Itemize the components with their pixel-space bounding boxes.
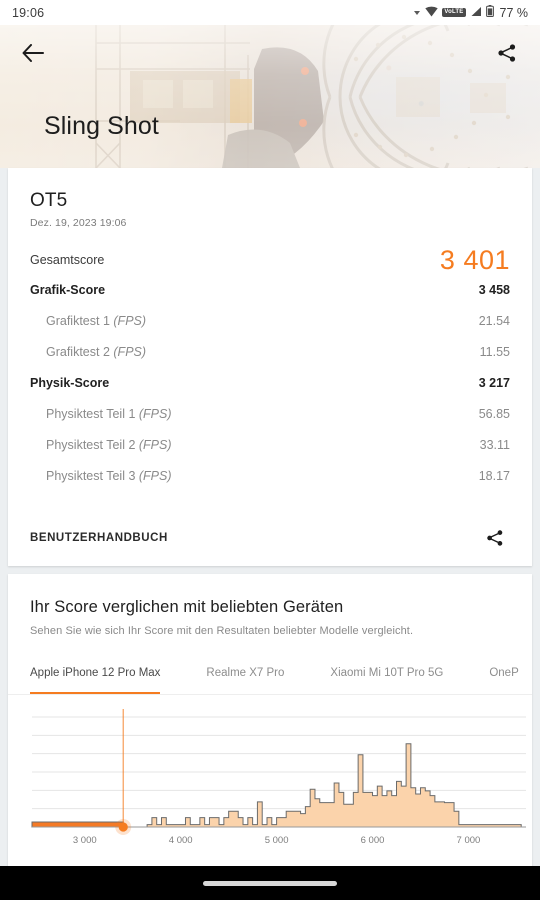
total-score-label: Gesamtscore	[30, 253, 105, 267]
hero-toolbar	[0, 25, 540, 81]
result-timestamp: Dez. 19, 2023 19:06	[30, 217, 127, 229]
score-row-value: 3 458	[478, 283, 510, 297]
score-row-label: Physiktest Teil 2 (FPS)	[46, 438, 172, 452]
wifi-icon	[425, 4, 439, 22]
page-title: Sling Shot	[44, 112, 159, 140]
score-row-value: 21.54	[478, 314, 510, 328]
volte-icon: VoLTE	[442, 8, 466, 17]
device-name: OT5	[30, 190, 68, 211]
home-gesture-pill[interactable]	[203, 880, 337, 886]
user-manual-button[interactable]: BENUTZERHANDBUCH	[30, 532, 168, 544]
signal-icon	[470, 4, 482, 22]
chart-x-tick-label: 3 000	[73, 835, 97, 846]
result-card-header: OT5 Dez. 19, 2023 19:06	[8, 168, 532, 229]
chart-x-tick-label: 7 000	[457, 835, 481, 846]
comparison-subtitle: Sehen Sie wie sich Ihr Score mit den Res…	[30, 625, 414, 637]
chart-canvas: 3 000 4 000 5 000 6 000 7 000	[31, 709, 526, 846]
score-row-list: Grafik-Score 3 458 Grafiktest 1 (FPS) 21.54…	[8, 283, 532, 500]
score-row-unit: (FPS)	[138, 407, 172, 421]
battery-percent: 77 %	[499, 5, 529, 20]
score-row-value: 33.11	[479, 438, 510, 452]
score-row-label: Grafiktest 1 (FPS)	[46, 314, 147, 328]
result-card: OT5 Dez. 19, 2023 19:06 Gesamtscore 3 40…	[8, 168, 532, 566]
status-bar: 19:06 VoLTE 77 %	[0, 0, 540, 25]
score-row-value: 3 217	[478, 376, 510, 390]
tab-label: Apple iPhone 12 Pro Max	[30, 666, 161, 679]
chart-x-tick-label: 5 000	[265, 835, 289, 846]
hero-header: Sling Shot	[0, 25, 540, 168]
score-row-unit: (FPS)	[138, 438, 172, 452]
chart-histogram	[32, 743, 522, 828]
tab-label: Realme X7 Pro	[206, 666, 285, 679]
score-row-label: Grafiktest 2 (FPS)	[46, 345, 147, 359]
total-score-row: Gesamtscore 3 401	[8, 237, 532, 283]
comparison-title: Ihr Score verglichen mit beliebten Gerät…	[30, 598, 344, 616]
score-row: Physiktest Teil 3 (FPS) 18.17	[8, 469, 532, 500]
tab-device-3[interactable]: OneP	[489, 651, 518, 694]
tab-device-0[interactable]: Apple iPhone 12 Pro Max	[30, 651, 161, 694]
score-row: Physiktest Teil 2 (FPS) 33.11	[8, 438, 532, 469]
battery-icon	[485, 4, 494, 22]
back-arrow-icon[interactable]	[18, 38, 48, 68]
chart-percentile-fill	[31, 821, 124, 828]
share-icon[interactable]	[480, 523, 510, 553]
chart-score-marker-dot[interactable]	[118, 822, 128, 832]
score-row-unit: (FPS)	[138, 469, 172, 483]
chart-x-tick-label: 6 000	[361, 835, 385, 846]
score-row-value: 11.55	[479, 345, 510, 359]
score-row-unit: (FPS)	[113, 314, 147, 328]
caret-down-icon	[414, 10, 421, 15]
status-clock: 19:06	[12, 5, 45, 20]
device-tab-bar[interactable]: Apple iPhone 12 Pro Max Realme X7 Pro Xiao…	[8, 651, 532, 695]
score-row-label: Physiktest Teil 3 (FPS)	[46, 469, 172, 483]
chart-x-tick-label: 4 000	[169, 835, 193, 846]
app-root: 19:06 VoLTE 77 % Sling Shot OT5 Dez. 19,…	[0, 0, 540, 900]
result-card-actions: BENUTZERHANDBUCH	[8, 510, 532, 566]
score-row-unit: (FPS)	[113, 345, 147, 359]
score-row-label: Grafik-Score	[30, 283, 106, 297]
score-row-value: 18.17	[478, 469, 510, 483]
score-row: Physik-Score 3 217	[8, 376, 532, 407]
score-row: Grafiktest 2 (FPS) 11.55	[8, 345, 532, 376]
score-row-value: 56.85	[478, 407, 510, 421]
score-row-label: Physik-Score	[30, 376, 110, 390]
tab-label: Xiaomi Mi 10T Pro 5G	[330, 666, 444, 679]
tab-device-1[interactable]: Realme X7 Pro	[206, 651, 284, 694]
system-navigation-bar	[0, 866, 540, 900]
tab-label: OneP	[489, 666, 519, 679]
total-score-value: 3 401	[439, 244, 510, 275]
score-row: Physiktest Teil 1 (FPS) 56.85	[8, 407, 532, 438]
score-row-label: Physiktest Teil 1 (FPS)	[46, 407, 172, 421]
score-row: Grafik-Score 3 458	[8, 283, 532, 314]
tab-device-2[interactable]: Xiaomi Mi 10T Pro 5G	[330, 651, 443, 694]
comparison-card: Ihr Score verglichen mit beliebten Gerät…	[8, 574, 532, 900]
score-row: Grafiktest 1 (FPS) 21.54	[8, 314, 532, 345]
share-icon[interactable]	[492, 38, 522, 68]
status-icons: VoLTE 77 %	[414, 4, 528, 22]
score-distribution-chart: 3 0004 0005 0006 0007 000 Score	[8, 695, 532, 875]
content-scroll[interactable]: OT5 Dez. 19, 2023 19:06 Gesamtscore 3 40…	[0, 168, 540, 900]
comparison-header: Ihr Score verglichen mit beliebten Gerät…	[8, 574, 532, 637]
